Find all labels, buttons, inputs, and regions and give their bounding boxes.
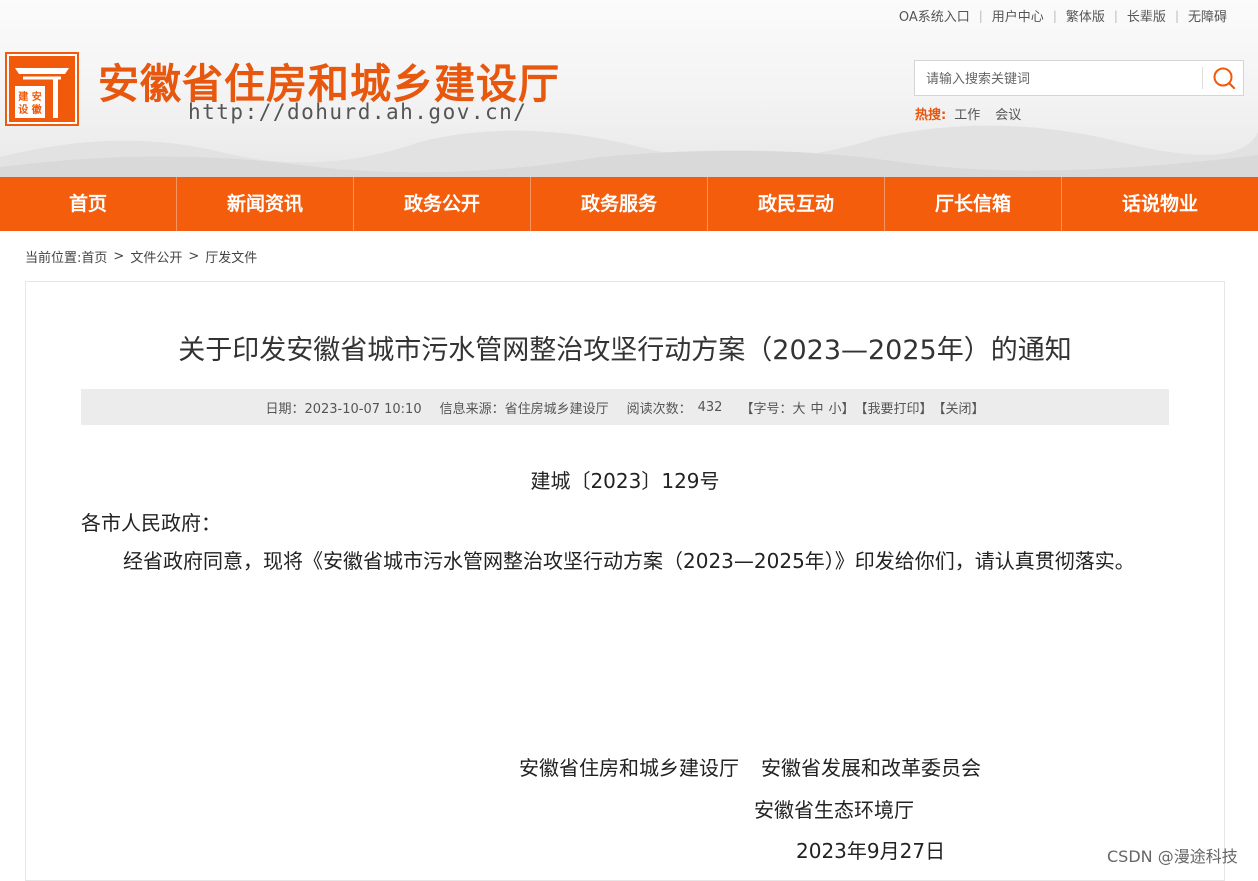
main-nav: 首页 新闻资讯 政务公开 政务服务 政民互动 厅长信箱 话说物业: [0, 177, 1258, 231]
traditional-chinese-link[interactable]: 繁体版: [1057, 6, 1114, 25]
nav-item-news[interactable]: 新闻资讯: [177, 177, 354, 231]
breadcrumb: 当前位置: 首页 > 文件公开 > 厅发文件: [25, 247, 257, 266]
search-divider: [1202, 67, 1203, 89]
hot-search: 热搜: 工作 会议: [915, 104, 1036, 123]
article-body: 经省政府同意，现将《安徽省城市污水管网整治攻坚行动方案（2023—2025年）》…: [123, 549, 1135, 573]
font-size-label: 【字号：: [740, 401, 793, 417]
site-logo[interactable]: 建 安 设 徽: [5, 52, 79, 126]
site-header: OA系统入口 | 用户中心 | 繁体版 | 长辈版 | 无障碍 建 安 设 徽 …: [0, 0, 1258, 177]
elder-version-link[interactable]: 长辈版: [1118, 6, 1175, 25]
close-button[interactable]: 【关闭】: [933, 398, 985, 417]
article-title: 关于印发安徽省城市污水管网整治攻坚行动方案（2023—2025年）的通知: [178, 335, 1072, 366]
top-links-bar: OA系统入口 | 用户中心 | 繁体版 | 长辈版 | 无障碍: [890, 6, 1236, 26]
breadcrumb-item-dept-files[interactable]: 厅发文件: [205, 247, 257, 266]
print-button[interactable]: 【我要打印】: [855, 398, 933, 417]
breadcrumb-separator: >: [188, 249, 200, 264]
signatories-row: 安徽省住房和城乡建设厅 安徽省发展和改革委员会: [519, 752, 981, 781]
info-source: 信息来源：省住房城乡建设厅: [439, 401, 609, 417]
logo-emblem-icon: 建 安 设 徽: [7, 54, 77, 124]
font-size-small-button[interactable]: 小】: [829, 398, 855, 417]
nav-item-gov-services[interactable]: 政务服务: [531, 177, 708, 231]
signatory-ecology-dept: 安徽省生态环境厅: [754, 798, 914, 822]
article-container: 关于印发安徽省城市污水管网整治攻坚行动方案（2023—2025年）的通知 日期：…: [25, 281, 1225, 881]
font-size-medium-button[interactable]: 中: [810, 398, 823, 417]
site-url: http://dohurd.ah.gov.cn/: [188, 100, 528, 124]
view-count: 432: [697, 399, 723, 415]
accessibility-link[interactable]: 无障碍: [1179, 6, 1236, 25]
hot-search-item[interactable]: 工作: [954, 104, 980, 123]
logo-text: 设 徽: [18, 103, 42, 116]
breadcrumb-item-home[interactable]: 首页: [81, 247, 107, 266]
salutation: 各市人民政府：: [81, 511, 221, 535]
font-size-large-button[interactable]: 大: [792, 398, 805, 417]
nav-item-interaction[interactable]: 政民互动: [708, 177, 885, 231]
publish-date: 日期：2023-10-07 10:10: [265, 401, 422, 417]
csdn-watermark: CSDN @漫途科技: [1107, 847, 1238, 866]
sign-date: 2023年9月27日: [796, 839, 946, 863]
breadcrumb-item-documents[interactable]: 文件公开: [130, 247, 182, 266]
signatory-housing-dept: 安徽省住房和城乡建设厅: [519, 756, 739, 780]
nav-item-director-mailbox[interactable]: 厅长信箱: [885, 177, 1062, 231]
oa-entry-link[interactable]: OA系统入口: [890, 6, 979, 25]
user-center-link[interactable]: 用户中心: [983, 6, 1053, 25]
search-input[interactable]: [915, 61, 1214, 97]
signatory-development-commission: 安徽省发展和改革委员会: [761, 756, 981, 780]
logo-text: 建 安: [17, 90, 41, 103]
document-number: 建城〔2023〕129号: [530, 469, 720, 493]
nav-item-gov-affairs[interactable]: 政务公开: [354, 177, 531, 231]
hot-search-item[interactable]: 会议: [995, 104, 1021, 123]
nav-item-property[interactable]: 话说物业: [1062, 177, 1258, 231]
search-button[interactable]: [1207, 62, 1243, 94]
breadcrumb-separator: >: [113, 249, 125, 264]
article-meta-bar: 日期：2023-10-07 10:10 信息来源：省住房城乡建设厅 阅读次数： …: [81, 389, 1169, 425]
search-icon: [1213, 67, 1236, 90]
nav-item-home[interactable]: 首页: [0, 177, 177, 231]
view-count-label: 阅读次数：: [626, 401, 692, 417]
breadcrumb-label: 当前位置:: [25, 251, 82, 266]
hot-search-label: 热搜:: [915, 108, 947, 123]
search-box: [914, 60, 1244, 97]
